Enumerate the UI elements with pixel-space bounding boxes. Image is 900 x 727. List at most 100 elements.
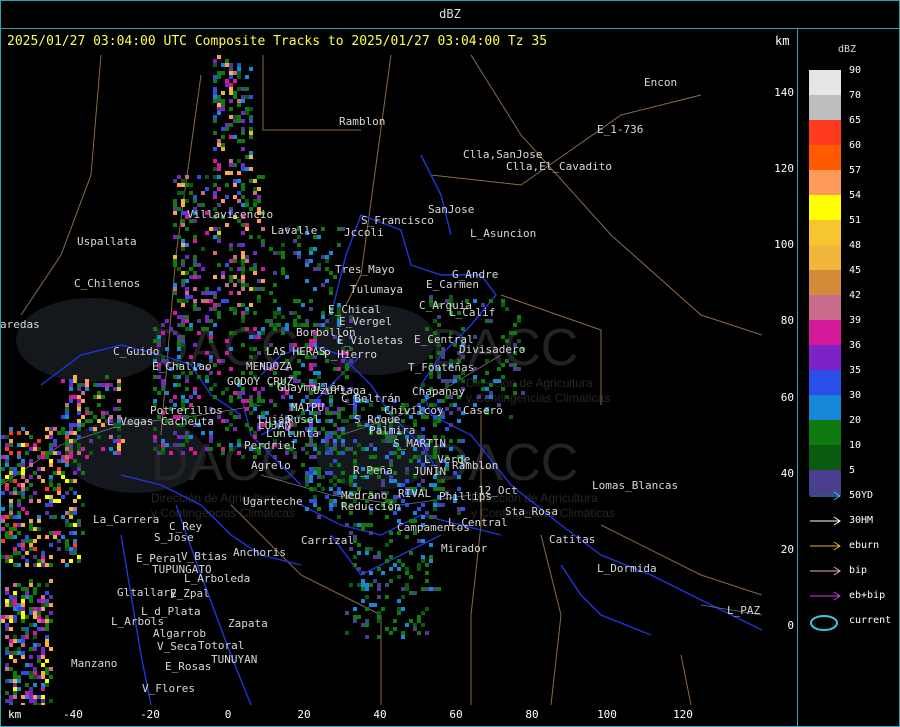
legend-title: dBZ: [838, 44, 857, 55]
town-label: Manzano: [71, 657, 118, 670]
scale-swatch: 70: [809, 90, 861, 120]
town-label: S_Jose: [154, 531, 194, 544]
x-tick-label: 120: [673, 708, 693, 721]
y-tick-label: 20: [780, 543, 794, 556]
town-label: E_Rosas: [165, 660, 212, 673]
radar-map[interactable]: DACC DACC DACC DACC Dirección de Agricul…: [1, 55, 762, 705]
town-label: Jccoli: [344, 226, 384, 239]
town-label: L_Arbols: [111, 615, 164, 628]
track-arrow-icon: [810, 591, 841, 601]
town-label: T_Fonteñas: [408, 361, 475, 374]
town-label: Lavalle: [271, 224, 318, 237]
track-arrow-icon: [810, 516, 841, 526]
town-label: Ramblon: [452, 459, 499, 472]
map-canvas: DACC DACC DACC DACC Dirección de Agricul…: [1, 55, 762, 705]
scale-swatch: 20: [809, 415, 861, 445]
town-label: Perdriel: [244, 439, 297, 452]
scale-swatch: 65: [809, 115, 861, 145]
x-tick-label: 0: [224, 708, 232, 721]
town-label: Clla,El_Cavadito: [506, 160, 612, 173]
scale-swatch: 30: [809, 390, 861, 420]
x-tick-label: -40: [63, 708, 83, 721]
y-tick-label: 40: [780, 467, 794, 480]
scale-swatch: 60: [809, 140, 861, 170]
track-legend-label: bip: [849, 565, 868, 576]
scale-label: 57: [849, 165, 862, 176]
town-label: Clla,SanJose: [463, 148, 543, 161]
track-arrow-icon: [810, 491, 841, 501]
town-label: RIVAL: [398, 487, 432, 500]
town-label: Totoral: [198, 639, 245, 652]
town-label: Catitas: [549, 533, 596, 546]
scale-label: 51: [849, 215, 862, 226]
x-axis: km -40 -20 0 20 40 60 80 100 120: [1, 705, 796, 725]
town-label: Ugarteche: [243, 495, 303, 508]
town-label: Tulumaya: [350, 283, 403, 296]
town-label: Campamentos: [397, 521, 470, 534]
scale-label: 39: [849, 315, 862, 326]
town-label: Encon: [644, 76, 678, 89]
scale-swatch: 10: [809, 440, 861, 470]
town-label: Lomas_Blancas: [592, 479, 679, 492]
track-legend-label: eb+bip: [849, 590, 886, 601]
scale-label: 60: [849, 140, 862, 151]
x-tick-label: 40: [373, 708, 387, 721]
y-tick-label: 80: [780, 314, 794, 327]
town-label: C_Guido: [113, 345, 160, 358]
town-label: Reducción: [341, 500, 401, 513]
x-axis-unit: km: [8, 708, 22, 721]
scale-swatch: 35: [809, 365, 861, 395]
track-legend-label: eburn: [849, 540, 880, 551]
town-label: Chapanay: [412, 385, 465, 398]
town-label: Uspallata: [77, 235, 137, 248]
y-tick-label: 120: [774, 162, 794, 175]
town-label: TUNUYAN: [211, 653, 258, 666]
town-label: V_Btias: [181, 550, 228, 563]
town-label: S_Francisco: [361, 214, 434, 227]
scale-swatch: 51: [809, 215, 861, 245]
town-label: Algarrob: [153, 627, 206, 640]
current-ellipse-icon: [810, 615, 838, 631]
town-label: Villavicencio: [187, 208, 274, 221]
town-label: MAIPU: [291, 401, 325, 414]
town-label: V_Seca: [157, 640, 197, 653]
scale-label: 30: [849, 390, 862, 401]
x-tick-label: -20: [140, 708, 160, 721]
department-boundaries: [20, 55, 762, 705]
town-label: La_Carrera: [93, 513, 160, 526]
town-label: E_1-736: [597, 123, 644, 136]
town-label: Agrelo: [251, 459, 291, 472]
town-label: Casero: [463, 404, 503, 417]
town-label: Ramblon: [339, 115, 386, 128]
scale-label: 45: [849, 265, 862, 276]
track-legend-label: current: [849, 615, 892, 626]
scale-label: 48: [849, 240, 862, 251]
town-label: V_Flores: [142, 682, 195, 695]
town-label: Tres_Mayo: [335, 263, 395, 276]
scale-label: 20: [849, 415, 862, 426]
town-label: L_Vegas: [107, 415, 154, 428]
town-label: 12_Oct: [478, 484, 518, 497]
town-label: S_MARTIN: [393, 437, 446, 450]
town-label: Palmira: [369, 424, 416, 437]
dbz-color-scale: 90 70 65 60 57 54 51 48 45 42 39 36 35 30 20 10 5: [809, 65, 861, 495]
town-label: Zapata: [228, 617, 268, 630]
town-label: Mirador: [441, 542, 488, 555]
town-label: L_Asuncion: [470, 227, 537, 240]
town-label: Carrizal: [301, 534, 354, 547]
town-label: P_Hierro: [324, 348, 377, 361]
track-legend-label: 30HM: [849, 515, 874, 526]
scale-swatch: 45: [809, 265, 861, 295]
town-label: Sta_Rosa: [505, 505, 558, 518]
x-tick-label: 20: [297, 708, 311, 721]
town-label: MENDOZA: [246, 360, 293, 373]
window-title: dBZ: [439, 7, 461, 21]
town-label: Anchoris: [233, 546, 286, 559]
scale-label: 42: [849, 290, 862, 301]
town-label: Cacheuta: [161, 415, 214, 428]
scale-label: 90: [849, 65, 862, 76]
scale-label: 70: [849, 90, 862, 101]
y-tick-label: 140: [774, 86, 794, 99]
town-label: E_Chical: [328, 303, 381, 316]
track-arrow-icon: [810, 566, 841, 576]
